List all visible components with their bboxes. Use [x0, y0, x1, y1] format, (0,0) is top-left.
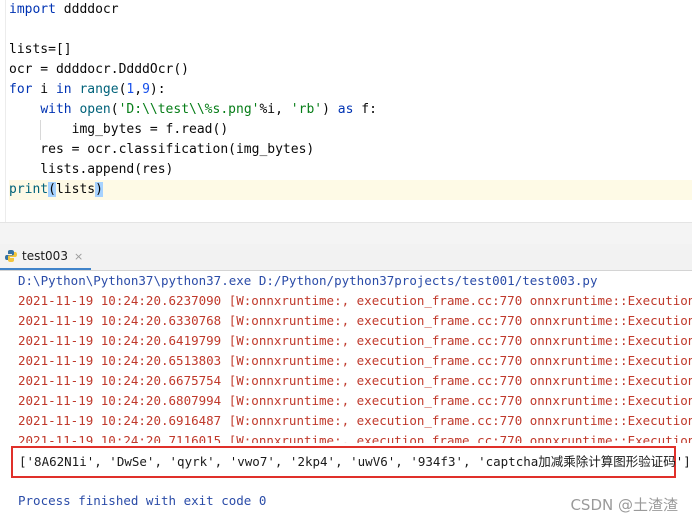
tab-label: test003	[22, 249, 68, 263]
python-icon	[4, 249, 18, 263]
code-token: in	[55, 82, 72, 97]
code-token: lists	[55, 182, 96, 197]
code-token: ocr = ddddocr.DdddOcr()	[9, 62, 190, 77]
console-warning-line: 2021-11-19 10:24:20.6675754 [W:onnxrunti…	[18, 373, 692, 388]
panel-splitter[interactable]	[0, 222, 692, 245]
code-token: f:	[353, 102, 377, 117]
code-token: %i,	[259, 102, 291, 117]
console-warning-line: 2021-11-19 10:24:20.6916487 [W:onnxrunti…	[18, 413, 692, 428]
code-token: 'D:\\test\\%s.png'	[118, 102, 260, 117]
watermark: CSDN @土渣渣	[570, 496, 678, 514]
code-line[interactable]: import ddddocr	[9, 0, 692, 20]
code-token: lists=[]	[9, 42, 72, 57]
console-warning-line: 2021-11-19 10:24:20.6807994 [W:onnxrunti…	[18, 393, 692, 408]
code-token: range	[79, 82, 119, 97]
code-token: (	[48, 182, 56, 197]
code-token: (	[110, 102, 119, 117]
code-line[interactable]: ocr = ddddocr.DdddOcr()	[9, 60, 692, 80]
run-tool-window-tabs: test003 ×	[0, 244, 692, 271]
close-icon[interactable]: ×	[74, 250, 83, 263]
code-editor[interactable]: import ddddocr lists=[] ocr = ddddocr.Ddd…	[0, 0, 692, 222]
code-token: ddddocr	[55, 2, 119, 17]
console-warning-line: 2021-11-19 10:24:20.6237090 [W:onnxrunti…	[18, 293, 692, 308]
code-token: 9	[142, 82, 150, 97]
code-token: import	[9, 2, 56, 17]
code-token: 'rb'	[290, 102, 323, 117]
console-warning-line: 2021-11-19 10:24:20.7116015 [W:onnxrunti…	[18, 433, 692, 443]
code-token: as	[337, 102, 354, 117]
code-token: res = ocr.classification(img_bytes)	[9, 142, 315, 157]
code-token: print	[9, 182, 49, 197]
console-finished-line: Process finished with exit code 0	[18, 493, 267, 508]
code-line[interactable]: img_bytes = f.read()	[9, 120, 692, 140]
console-warning-line: 2021-11-19 10:24:20.6419799 [W:onnxrunti…	[18, 333, 692, 348]
result-highlight-box: ['8A62N1i', 'DwSe', 'qyrk', 'vwo7', '2kp…	[11, 446, 691, 478]
console-command-line: D:\Python\Python37\python37.exe D:/Pytho…	[18, 273, 598, 288]
editor-gutter-border	[5, 0, 6, 222]
code-area[interactable]: import ddddocr lists=[] ocr = ddddocr.Ddd…	[9, 0, 692, 200]
code-line[interactable]: with open('D:\\test\\%s.png'%i, 'rb') as…	[9, 100, 692, 120]
code-token: ):	[149, 82, 166, 97]
code-line[interactable]: lists=[]	[9, 40, 692, 60]
code-token: )	[95, 182, 103, 197]
run-console[interactable]: D:\Python\Python37\python37.exe D:/Pytho…	[0, 271, 692, 524]
code-token: for	[9, 82, 33, 97]
code-token: img_bytes = f.read()	[9, 122, 229, 137]
code-token: ,	[134, 82, 143, 97]
code-token: lists.append(res)	[9, 162, 174, 177]
code-token: open	[79, 102, 111, 117]
code-line[interactable]: lists.append(res)	[9, 160, 692, 180]
tab-test003[interactable]: test003 ×	[0, 244, 92, 270]
code-line[interactable]: for i in range(1,9):	[9, 80, 692, 100]
code-line[interactable]: res = ocr.classification(img_bytes)	[9, 140, 692, 160]
code-token: )	[322, 102, 338, 117]
console-warning-line: 2021-11-19 10:24:20.6330768 [W:onnxrunti…	[18, 313, 692, 328]
code-line[interactable]	[9, 20, 692, 40]
code-token: with	[40, 102, 72, 117]
console-warning-line: 2021-11-19 10:24:20.6513803 [W:onnxrunti…	[18, 353, 692, 368]
console-result-line: ['8A62N1i', 'DwSe', 'qyrk', 'vwo7', '2kp…	[19, 454, 691, 469]
code-line[interactable]: print(lists)	[9, 180, 692, 200]
code-token: i	[32, 82, 56, 97]
